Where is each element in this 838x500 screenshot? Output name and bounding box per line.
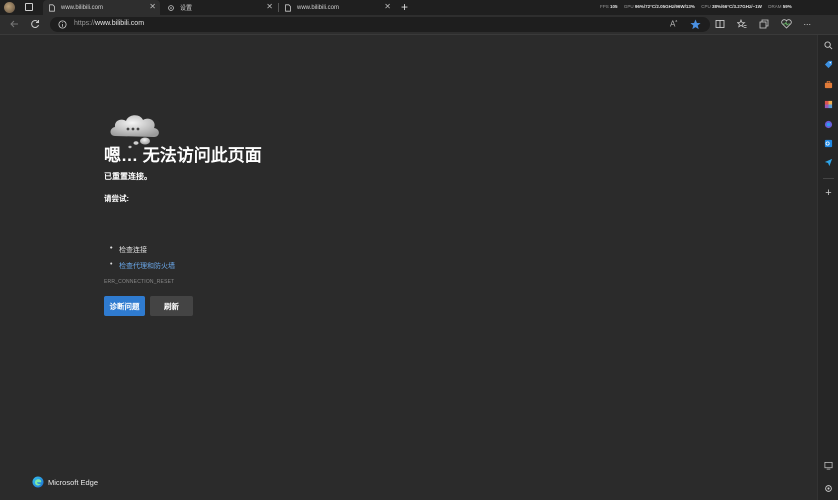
fps-value: 105: [610, 4, 618, 9]
tab-title: 设置: [180, 6, 193, 12]
edge-logo-icon: [32, 476, 44, 488]
tab-settings[interactable]: 设置 ✕: [162, 0, 277, 15]
refresh-button[interactable]: [29, 18, 41, 30]
back-button[interactable]: [8, 18, 20, 30]
sidebar-copilot-button[interactable]: [823, 119, 834, 130]
try-label: 请尝试:: [104, 194, 129, 203]
brand-label: Microsoft Edge: [48, 477, 99, 487]
close-icon[interactable]: ✕: [149, 2, 156, 11]
site-info-icon[interactable]: [58, 20, 67, 29]
error-title: 嗯… 无法访问此页面: [104, 146, 262, 165]
edge-sidebar: +: [817, 35, 838, 500]
sidebar-search-button[interactable]: [823, 40, 834, 51]
sidebar-divider: [823, 178, 834, 179]
favorites-button[interactable]: [736, 18, 748, 30]
page-loading-icon: [49, 3, 55, 12]
sidebar-settings-button[interactable]: [823, 483, 834, 494]
sidebar-hide-button[interactable]: [823, 460, 834, 471]
error-code: ERR_CONNECTION_RESET: [104, 279, 175, 285]
suggestion-item: •: [110, 261, 113, 268]
new-tab-button[interactable]: +: [401, 0, 408, 15]
hide-sidebar-icon: [824, 461, 833, 470]
split-screen-icon: [715, 20, 725, 28]
cpu-label: CPU: [701, 4, 711, 9]
suggestion-text: 检查连接: [119, 247, 147, 254]
close-icon[interactable]: ✕: [384, 2, 391, 11]
url-text[interactable]: https://www.bilibili.com: [74, 20, 144, 27]
sidebar-add-button[interactable]: +: [823, 188, 834, 199]
heartbeat-icon: [780, 19, 792, 29]
perf-overlay: FPS 105 GPU 96%/72°C/2.05GHz/96W/13% CPU…: [600, 4, 792, 9]
refresh-icon: [31, 20, 39, 29]
ram-value: 59%: [782, 4, 792, 9]
outlook-icon: [824, 139, 833, 148]
paper-plane-icon: [824, 158, 833, 167]
copilot-icon: [824, 120, 833, 129]
gear-icon: [168, 4, 174, 11]
sidebar-games-button[interactable]: [823, 99, 834, 110]
tab-bilibili-1[interactable]: www.bilibili.com ✕: [43, 0, 160, 15]
profile-avatar[interactable]: [4, 2, 15, 13]
tag-icon: [824, 60, 833, 69]
favorites-icon: [737, 19, 747, 28]
toolbox-icon: [824, 80, 833, 89]
sidebar-tools-button[interactable]: [823, 79, 834, 90]
cpu-value: 38%/66°C/3.27GHz/~1W: [711, 4, 762, 9]
tab-bilibili-2[interactable]: www.bilibili.com ✕: [279, 0, 395, 15]
gear-icon: [825, 485, 832, 492]
chess-icon: [824, 100, 833, 109]
search-icon: [824, 41, 833, 50]
more-options-button[interactable]: ···: [801, 18, 813, 30]
fps-label: FPS: [600, 4, 609, 9]
plus-icon: +: [825, 187, 832, 199]
sidebar-shopping-button[interactable]: [823, 59, 834, 70]
gpu-label: GPU: [623, 4, 634, 9]
page-loading-icon: [285, 3, 291, 12]
url-protocol: https://: [74, 20, 96, 27]
read-aloud-icon[interactable]: Aᵃ: [670, 19, 677, 29]
tab-title: www.bilibili.com: [297, 4, 340, 11]
tab-title: www.bilibili.com: [61, 4, 104, 11]
gpu-value: 96%/72°C/2.05GHz/96W/13%: [634, 4, 695, 9]
favorite-star-icon[interactable]: [690, 19, 701, 30]
address-bar[interactable]: https://www.bilibili.com Aᵃ: [50, 17, 710, 32]
collections-icon: [759, 19, 769, 29]
refresh-page-button[interactable]: 刷新: [150, 296, 193, 316]
tab-actions-icon[interactable]: [25, 3, 33, 11]
ram-label: DRAM: [768, 4, 782, 9]
diagnose-button[interactable]: 诊断问题: [104, 296, 145, 316]
close-icon[interactable]: ✕: [266, 2, 273, 11]
sidebar-outlook-button[interactable]: [823, 138, 834, 149]
url-host: www.bilibili.com: [95, 20, 145, 27]
ellipsis-icon: ···: [803, 19, 811, 29]
arrow-left-icon: [10, 20, 18, 28]
proxy-firewall-link[interactable]: 检查代理和防火墙: [119, 261, 175, 271]
split-screen-button[interactable]: [714, 18, 726, 30]
sidebar-send-button[interactable]: [823, 157, 834, 168]
toolbar: https://www.bilibili.com Aᵃ ···: [0, 15, 838, 35]
edge-branding: Microsoft Edge: [32, 476, 98, 488]
error-subtitle: 已重置连接。: [104, 172, 152, 181]
suggestion-item: •: [110, 245, 113, 252]
browser-essentials-button[interactable]: [780, 18, 792, 30]
collections-button[interactable]: [758, 18, 770, 30]
tab-strip: www.bilibili.com ✕ 设置 ✕ www.bilibili.com…: [0, 0, 838, 15]
